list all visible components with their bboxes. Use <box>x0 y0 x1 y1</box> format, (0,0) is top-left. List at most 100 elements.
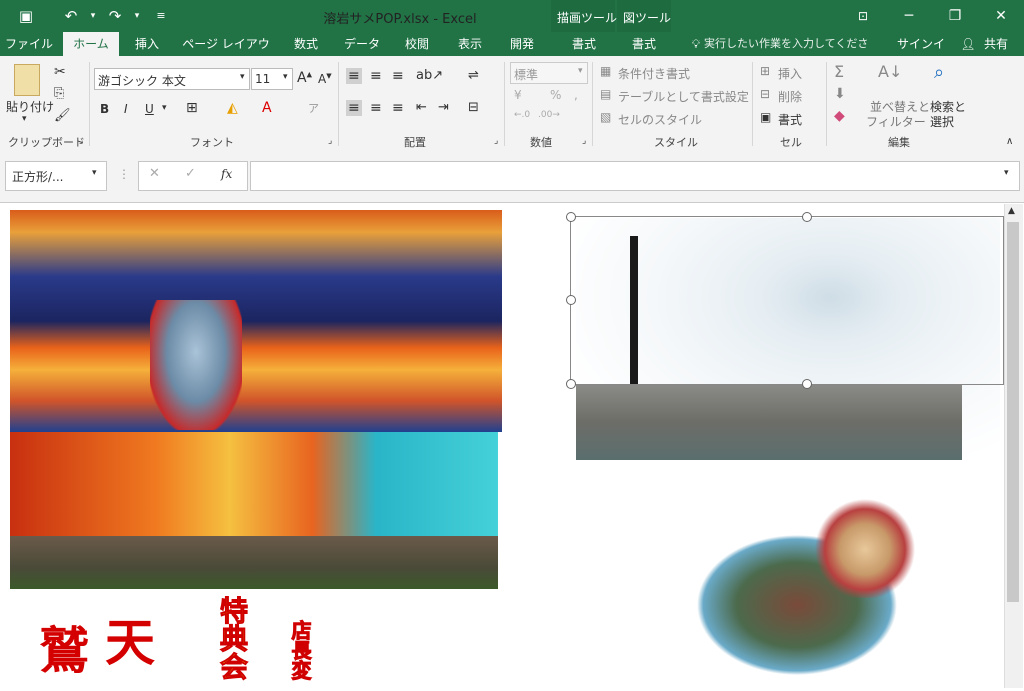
conditional-format-button[interactable]: 条件付き書式 <box>618 65 690 82</box>
tab-home[interactable]: ホーム <box>63 32 119 56</box>
cells-group-label: セル <box>780 136 802 149</box>
share-button[interactable]: 共有 <box>976 32 1016 56</box>
minimize-icon[interactable]: ─ <box>886 0 932 32</box>
merge-center-icon[interactable]: ⊟ <box>468 100 479 115</box>
paste-icon[interactable] <box>14 64 40 96</box>
ribbon-display-icon[interactable]: ⊡ <box>840 0 886 32</box>
select-label[interactable]: 選択 <box>930 113 954 130</box>
resize-handle[interactable] <box>566 379 576 389</box>
italic-button[interactable]: I <box>124 102 128 116</box>
clipboard-launcher-icon[interactable]: ⌟ <box>79 136 83 146</box>
font-launcher-icon[interactable]: ⌟ <box>328 136 332 146</box>
formula-input[interactable] <box>250 161 1020 191</box>
shrink-font-icon[interactable]: A▼ <box>318 72 332 86</box>
tab-insert[interactable]: 挿入 <box>126 32 168 56</box>
tab-picture-format[interactable]: 書式 <box>620 32 668 56</box>
fill-icon[interactable]: ⬇ <box>834 86 846 102</box>
shark-graphic <box>150 300 242 430</box>
orientation-icon[interactable]: ab↗ <box>416 68 443 83</box>
delete-cells-button[interactable]: 削除 <box>778 88 802 105</box>
tab-shape-format[interactable]: 書式 <box>556 32 612 56</box>
paste-label[interactable]: 貼り付け <box>6 98 54 115</box>
cut-icon[interactable]: ✂ <box>54 64 66 80</box>
borders-icon[interactable]: ⊞ <box>186 100 198 116</box>
name-box-dropdown-icon[interactable]: ▾ <box>92 168 97 178</box>
format-as-table-button[interactable]: テーブルとして書式設定 <box>618 88 749 105</box>
increase-indent-icon[interactable]: ⇥ <box>438 100 449 115</box>
align-left-icon[interactable]: ≡ <box>346 100 362 116</box>
resize-handle[interactable] <box>566 212 576 222</box>
number-group-label: 数値 <box>530 136 552 149</box>
tab-developer[interactable]: 開発 <box>500 32 544 56</box>
font-size-dropdown-icon[interactable]: ▾ <box>283 72 288 82</box>
insert-cells-button[interactable]: 挿入 <box>778 65 802 82</box>
poster-text-1: 鷲 <box>31 624 90 674</box>
redo-icon[interactable]: ↷ <box>104 6 126 26</box>
clear-icon[interactable]: ◆ <box>834 108 845 124</box>
redo-dropdown-icon[interactable]: ▾ <box>126 6 148 26</box>
tell-me-input[interactable]: 実行したい作業を入力してください... <box>704 32 876 74</box>
font-color-icon[interactable]: A <box>262 100 272 116</box>
tab-view[interactable]: 表示 <box>448 32 492 56</box>
delete-cells-icon: ⊟ <box>760 87 771 101</box>
resize-handle[interactable] <box>802 212 812 222</box>
close-icon[interactable]: ✕ <box>978 0 1024 32</box>
paste-dropdown-icon[interactable]: ▾ <box>22 114 27 124</box>
percent-button[interactable]: % <box>550 88 561 102</box>
insert-cells-icon: ⊞ <box>760 64 771 78</box>
expand-formula-icon[interactable]: ▾ <box>1004 168 1009 178</box>
underline-dropdown-icon[interactable]: ▾ <box>162 103 167 113</box>
number-format-value: 標準 <box>514 68 539 82</box>
undo-icon[interactable]: ↶ <box>60 6 82 26</box>
wrap-text-icon[interactable]: ⇌ <box>468 68 479 83</box>
align-top-icon[interactable]: ≡ <box>346 68 362 84</box>
lava-shark-image[interactable] <box>10 210 502 432</box>
undo-dropdown-icon[interactable]: ▾ <box>82 6 104 26</box>
maiko-image[interactable] <box>806 490 924 598</box>
resize-handle[interactable] <box>566 295 576 305</box>
customize-qat-icon[interactable]: ≡ <box>150 6 172 26</box>
cancel-icon[interactable]: ✕ <box>149 166 160 181</box>
filter-label[interactable]: フィルター <box>866 113 926 130</box>
tab-file[interactable]: ファイル <box>4 32 54 56</box>
align-center-icon[interactable]: ≡ <box>370 100 382 116</box>
cell-styles-icon: ▧ <box>600 110 612 124</box>
number-format-dropdown-icon[interactable]: ▾ <box>578 66 583 76</box>
underline-button[interactable]: U <box>145 102 154 116</box>
comma-icon[interactable]: , <box>574 88 578 102</box>
currency-icon[interactable]: ¥ <box>514 88 522 102</box>
resize-handle[interactable] <box>802 379 812 389</box>
tab-page-layout[interactable]: ページ レイアウト <box>178 32 274 75</box>
copy-icon[interactable]: ⎘ <box>54 86 64 101</box>
tab-review[interactable]: 校閲 <box>395 32 439 56</box>
format-painter-icon[interactable]: 🖌︎ <box>54 108 71 123</box>
autosum-icon[interactable]: Σ <box>834 62 844 81</box>
font-name-dropdown-icon[interactable]: ▾ <box>240 72 245 82</box>
insert-function-button[interactable]: fx <box>221 167 232 181</box>
signin-link[interactable]: サインイン <box>892 32 950 75</box>
decrease-indent-icon[interactable]: ⇤ <box>416 100 427 115</box>
increase-decimal-icon[interactable]: ←.0 <box>514 110 530 120</box>
format-as-table-icon: ▤ <box>600 87 612 101</box>
scroll-up-icon[interactable]: ▲ <box>1008 206 1015 216</box>
grow-font-icon[interactable]: A▲ <box>297 70 312 86</box>
name-box-value: 正方形/... <box>12 170 64 184</box>
collapse-ribbon-icon[interactable]: ∧ <box>1006 136 1013 147</box>
scroll-thumb[interactable] <box>1007 222 1019 602</box>
align-right-icon[interactable]: ≡ <box>392 100 404 116</box>
align-middle-icon[interactable]: ≡ <box>370 68 382 84</box>
alignment-launcher-icon[interactable]: ⌟ <box>494 136 498 146</box>
fill-color-icon[interactable]: ◭ <box>227 100 238 116</box>
cell-styles-button[interactable]: セルのスタイル <box>618 111 702 128</box>
tab-data[interactable]: データ <box>338 32 386 56</box>
format-cells-button[interactable]: 書式 <box>778 111 802 128</box>
number-launcher-icon[interactable]: ⌟ <box>582 136 586 146</box>
bold-button[interactable]: B <box>100 102 109 116</box>
tab-formulas[interactable]: 数式 <box>284 32 328 56</box>
restore-icon[interactable]: ❐ <box>932 0 978 32</box>
phonetic-icon[interactable]: ア <box>308 100 319 116</box>
align-bottom-icon[interactable]: ≡ <box>392 68 404 84</box>
enter-icon[interactable]: ✓ <box>185 166 196 181</box>
save-icon[interactable]: ▣ <box>15 6 37 26</box>
decrease-decimal-icon[interactable]: .00→ <box>538 110 560 120</box>
